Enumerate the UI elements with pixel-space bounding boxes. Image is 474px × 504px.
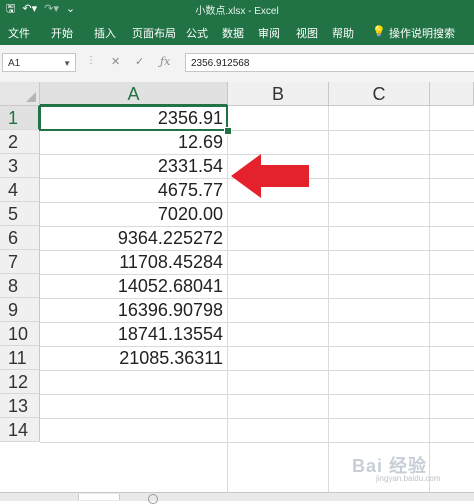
row-header-11[interactable]: 11	[0, 346, 40, 370]
gridline	[40, 442, 474, 443]
name-box-value: A1	[8, 58, 21, 69]
insert-function-icon[interactable]: ƒx	[160, 55, 170, 68]
cell-a7[interactable]: 11708.45284	[40, 250, 227, 274]
chevron-down-icon[interactable]: ▼	[63, 54, 71, 73]
cell-a3[interactable]: 2331.54	[40, 154, 227, 178]
row-header-2[interactable]: 2	[0, 130, 40, 154]
row-header-12[interactable]: 12	[0, 370, 40, 394]
tab-insert[interactable]: 插入	[94, 25, 116, 41]
column-header-a[interactable]: A	[40, 82, 228, 106]
tell-me-search[interactable]: 操作说明搜索	[389, 25, 455, 41]
gridline	[429, 106, 430, 500]
title-bar: 🖫 ↶▾ ↷▾ ⌄ 小数点.xlsx - Excel	[0, 0, 474, 18]
row-header-9[interactable]: 9	[0, 298, 40, 322]
ribbon-tabs: 文件 开始 插入 页面布局 公式 数据 审阅 视图 帮助 💡 操作说明搜索	[0, 18, 474, 45]
cell-a5[interactable]: 7020.00	[40, 202, 227, 226]
add-sheet-icon[interactable]	[148, 494, 158, 504]
tab-data[interactable]: 数据	[222, 25, 244, 41]
row-header-5[interactable]: 5	[0, 202, 40, 226]
gridline	[40, 418, 474, 419]
arrow-shape	[231, 154, 309, 198]
column-header-c[interactable]: C	[329, 82, 430, 106]
tab-formulas[interactable]: 公式	[186, 25, 208, 41]
row-header-6[interactable]: 6	[0, 226, 40, 250]
row-header-4[interactable]: 4	[0, 178, 40, 202]
name-box[interactable]: A1 ▼	[2, 53, 76, 72]
formula-bar-splitter-icon[interactable]: ⋮	[86, 55, 96, 66]
tab-page-layout[interactable]: 页面布局	[132, 25, 176, 41]
worksheet-grid: A B C 1 2 3 4 5 6 7 8 9 10 11 12 13 14 2…	[0, 82, 474, 500]
formula-input[interactable]: 2356.912568	[185, 53, 474, 72]
cell-a4[interactable]: 4675.77	[40, 178, 227, 202]
fill-handle[interactable]	[224, 127, 232, 135]
row-header-10[interactable]: 10	[0, 322, 40, 346]
lightbulb-icon: 💡	[372, 26, 386, 38]
sheet-tab-active[interactable]	[78, 494, 120, 500]
row-header-3[interactable]: 3	[0, 154, 40, 178]
cell-a11[interactable]: 21085.36311	[40, 346, 227, 370]
baidu-watermark-url: jingyan.baidu.com	[376, 474, 441, 483]
cell-a8[interactable]: 14052.68041	[40, 274, 227, 298]
row-header-14[interactable]: 14	[0, 418, 40, 442]
gridline	[328, 106, 329, 500]
column-header-d[interactable]	[430, 82, 474, 106]
cell-a9[interactable]: 16396.90798	[40, 298, 227, 322]
enter-icon[interactable]: ✓	[135, 55, 144, 68]
formula-bar: A1 ▼ ⋮ ✕ ✓ ƒx 2356.912568	[0, 45, 474, 83]
gridline	[40, 394, 474, 395]
select-all-button[interactable]	[0, 82, 40, 106]
tab-file[interactable]: 文件	[8, 25, 30, 41]
tab-home[interactable]: 开始	[51, 25, 73, 41]
tab-review[interactable]: 审阅	[258, 25, 280, 41]
column-header-b[interactable]: B	[228, 82, 329, 106]
row-header-7[interactable]: 7	[0, 250, 40, 274]
gridline	[40, 370, 474, 371]
window-title: 小数点.xlsx - Excel	[195, 6, 279, 17]
active-cell-border	[39, 105, 228, 131]
tab-help[interactable]: 帮助	[332, 25, 354, 41]
gridline	[227, 106, 228, 500]
row-header-1[interactable]: 1	[0, 106, 40, 130]
cancel-icon[interactable]: ✕	[111, 55, 120, 68]
tab-view[interactable]: 视图	[296, 25, 318, 41]
cell-a2[interactable]: 12.69	[40, 130, 227, 154]
row-header-13[interactable]: 13	[0, 394, 40, 418]
cell-a10[interactable]: 18741.13554	[40, 322, 227, 346]
select-all-triangle-icon	[26, 92, 36, 102]
row-header-8[interactable]: 8	[0, 274, 40, 298]
cell-a6[interactable]: 9364.225272	[40, 226, 227, 250]
red-arrow-annotation	[231, 154, 309, 198]
